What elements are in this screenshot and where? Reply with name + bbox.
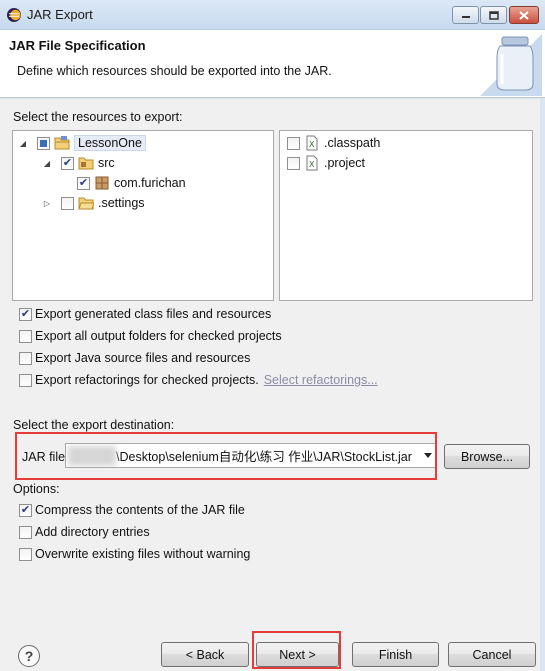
checkbox-classpath[interactable] <box>287 136 300 150</box>
window-right-border <box>540 99 545 671</box>
export-class-files-checkbox[interactable]: ✔ <box>19 307 32 321</box>
cancel-button[interactable]: Cancel <box>448 642 536 667</box>
source-folder-icon <box>78 157 94 170</box>
directory-entries-label[interactable]: Add directory entries <box>35 525 150 539</box>
wizard-header: JAR File Specification Define which reso… <box>0 30 545 98</box>
resources-label: Select the resources to export: <box>13 110 183 124</box>
xml-file-icon: X <box>306 135 318 151</box>
minimize-icon <box>461 16 470 18</box>
directory-entries-checkbox[interactable] <box>19 525 32 539</box>
select-refactorings-link[interactable]: Select refactorings... <box>264 373 378 387</box>
file-item-classpath[interactable]: X .classpath <box>287 134 380 152</box>
maximize-button[interactable] <box>480 6 507 24</box>
file-label-project[interactable]: .project <box>324 156 365 170</box>
redacted-path-segment <box>68 445 116 466</box>
checkbox-package[interactable]: ✔ <box>77 176 90 190</box>
jar-file-label: JAR file: <box>22 450 69 464</box>
checkbox-src[interactable]: ✔ <box>61 156 74 170</box>
export-refactorings-label[interactable]: Export refactorings for checked projects… <box>35 373 259 387</box>
export-java-source-label[interactable]: Export Java source files and resources <box>35 351 250 365</box>
jar-file-combo[interactable]: \Desktop\selenium自动化\练习 作业\JAR\StockList… <box>65 443 436 468</box>
tree-item-settings[interactable]: ▷ .settings <box>41 194 145 212</box>
export-java-source-checkbox[interactable] <box>19 351 32 365</box>
tree-label-settings[interactable]: .settings <box>98 196 145 210</box>
compress-label[interactable]: Compress the contents of the JAR file <box>35 503 245 517</box>
chevron-down-icon[interactable] <box>424 453 432 458</box>
tree-item-lessonone[interactable]: ◢ LessonOne <box>17 134 146 152</box>
export-refactorings-checkbox[interactable] <box>19 373 32 387</box>
package-icon <box>95 176 109 190</box>
export-refactorings-option[interactable]: Export refactorings for checked projects… <box>19 371 378 389</box>
export-output-folders-checkbox[interactable] <box>19 329 32 343</box>
overwrite-option[interactable]: Overwrite existing files without warning <box>19 545 250 563</box>
finish-button[interactable]: Finish <box>352 642 439 667</box>
back-button[interactable]: < Back <box>161 642 249 667</box>
collapsed-arrow-icon[interactable]: ▷ <box>41 199 53 208</box>
export-output-folders-option[interactable]: Export all output folders for checked pr… <box>19 327 282 345</box>
xml-file-icon: X <box>306 155 318 171</box>
page-description: Define which resources should be exporte… <box>17 64 332 78</box>
file-label-classpath[interactable]: .classpath <box>324 136 380 150</box>
options-label: Options: <box>13 482 60 496</box>
tree-label-package[interactable]: com.furichan <box>114 176 186 190</box>
checkbox-lessonone[interactable] <box>37 136 50 150</box>
expanded-arrow-icon[interactable]: ◢ <box>41 159 53 168</box>
resource-file-list[interactable]: X .classpath X .project <box>279 130 533 301</box>
eclipse-app-icon <box>7 8 21 22</box>
expanded-arrow-icon[interactable]: ◢ <box>17 139 29 148</box>
export-class-files-label[interactable]: Export generated class files and resourc… <box>35 307 271 321</box>
export-java-source-option[interactable]: Export Java source files and resources <box>19 349 250 367</box>
checkbox-project[interactable] <box>287 156 300 170</box>
close-window-button[interactable] <box>509 6 539 24</box>
window-title: JAR Export <box>27 7 93 22</box>
file-item-project[interactable]: X .project <box>287 154 365 172</box>
resource-tree[interactable]: ◢ LessonOne ◢ ✔ src ✔ com.furichan ▷ .se… <box>12 130 274 301</box>
project-folder-icon <box>54 136 70 150</box>
checkbox-settings[interactable] <box>61 196 74 210</box>
tree-item-package[interactable]: ✔ com.furichan <box>77 174 186 192</box>
export-class-files-option[interactable]: ✔ Export generated class files and resou… <box>19 305 271 323</box>
maximize-icon <box>488 10 499 20</box>
jar-wizard-icon <box>480 34 542 96</box>
directory-entries-option[interactable]: Add directory entries <box>19 523 150 541</box>
close-icon <box>519 10 529 20</box>
export-output-folders-label[interactable]: Export all output folders for checked pr… <box>35 329 282 343</box>
tree-label-src[interactable]: src <box>98 156 115 170</box>
next-button[interactable]: Next > <box>256 642 339 667</box>
overwrite-label[interactable]: Overwrite existing files without warning <box>35 547 250 561</box>
help-button[interactable]: ? <box>18 645 40 667</box>
tree-item-src[interactable]: ◢ ✔ src <box>41 154 115 172</box>
title-bar: JAR Export <box>0 0 545 30</box>
help-icon[interactable]: ? <box>25 648 34 664</box>
svg-text:X: X <box>309 140 315 149</box>
browse-button[interactable]: Browse... <box>444 444 530 469</box>
folder-icon <box>78 197 94 210</box>
minimize-button[interactable] <box>452 6 479 24</box>
tree-label-lessonone[interactable]: LessonOne <box>74 135 146 151</box>
compress-checkbox[interactable]: ✔ <box>19 503 32 517</box>
overwrite-checkbox[interactable] <box>19 547 32 561</box>
destination-label: Select the export destination: <box>13 418 175 432</box>
page-title: JAR File Specification <box>9 38 146 53</box>
svg-text:X: X <box>309 160 315 169</box>
compress-option[interactable]: ✔ Compress the contents of the JAR file <box>19 501 245 519</box>
jar-file-path[interactable]: \Desktop\selenium自动化\练习 作业\JAR\StockList… <box>116 446 412 465</box>
